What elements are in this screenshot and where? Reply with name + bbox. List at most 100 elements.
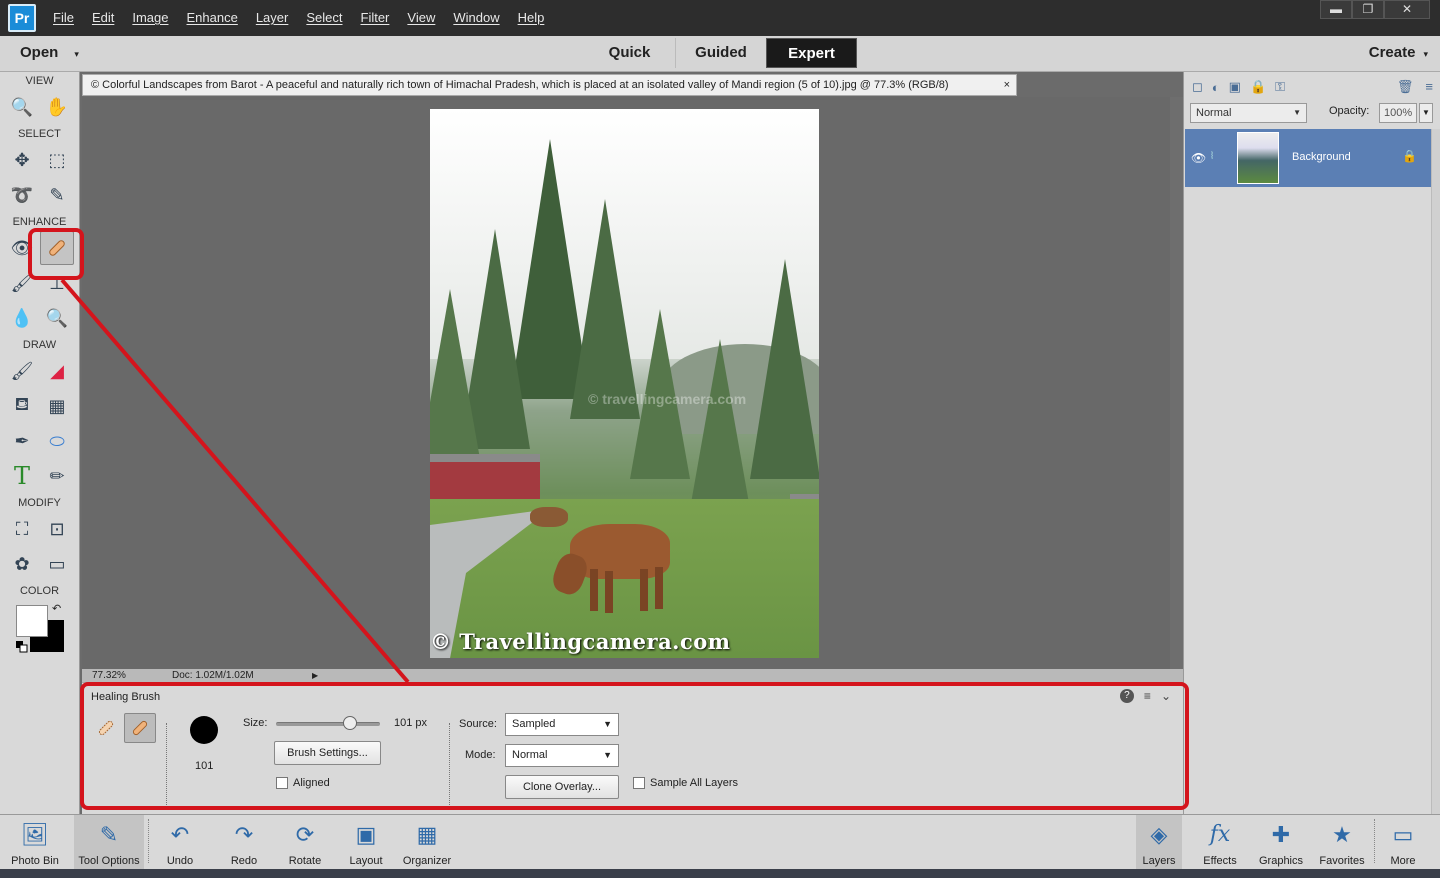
adjustment-layer-icon[interactable]: ◐ (1212, 80, 1220, 95)
menu-file[interactable]: File (44, 0, 83, 36)
zoom-tool-icon[interactable]: 🔍 (5, 90, 39, 124)
layers-button[interactable]: ◈ Layers (1136, 815, 1182, 871)
layer-mask-icon[interactable]: ▣ (1229, 79, 1241, 95)
document-photo[interactable]: © travellingcamera.com © Travellingcamer… (430, 109, 819, 658)
content-aware-move-tool-icon[interactable]: ✿ (5, 547, 39, 581)
canvas-area[interactable]: © travellingcamera.com © Travellingcamer… (82, 97, 1170, 669)
tab-guided[interactable]: Guided (675, 38, 766, 68)
graphics-button[interactable]: ✚ Graphics (1254, 815, 1308, 871)
lock-all-icon[interactable]: 🔒 (1250, 79, 1266, 95)
mode-bar: Open ▾ Quick Guided Expert Create ▾ (0, 36, 1440, 72)
color-swatches: ↶ (0, 600, 79, 670)
menu-edit[interactable]: Edit (83, 0, 123, 36)
photo-bin-button[interactable]: 🖼 Photo Bin (2, 815, 68, 871)
photo-watermark-faint: © travellingcamera.com (588, 391, 747, 407)
menu-select[interactable]: Select (297, 0, 351, 36)
photo-tree (690, 339, 750, 509)
layer-row-background[interactable]: 👁 ⦚ Background 🔒 (1185, 129, 1431, 187)
opacity-dropdown-icon[interactable]: ▼ (1419, 103, 1433, 123)
menu-enhance[interactable]: Enhance (178, 0, 247, 36)
open-label: Open (20, 44, 59, 61)
layer-thumbnail (1237, 132, 1279, 184)
lasso-tool-icon[interactable]: ➰ (5, 178, 39, 212)
marquee-tool-icon[interactable]: ⬚ (40, 143, 74, 177)
create-button[interactable]: Create ▾ (1369, 36, 1428, 71)
pencil-tool-icon[interactable]: ✏ (40, 459, 74, 493)
app-logo-icon[interactable]: Pr (8, 4, 36, 32)
menu-image[interactable]: Image (123, 0, 177, 36)
canvas-vertical-scrollbar[interactable] (1170, 97, 1183, 669)
blur-tool-icon[interactable]: 💧 (5, 301, 39, 335)
type-tool-icon[interactable]: T (5, 459, 39, 493)
menu-layer[interactable]: Layer (247, 0, 298, 36)
organizer-label: Organizer (402, 855, 452, 867)
paint-bucket-tool-icon[interactable]: ⛾ (5, 389, 39, 423)
delete-layer-icon[interactable]: 🗑 (1397, 79, 1414, 95)
organizer-button[interactable]: ▦ Organizer (398, 815, 456, 871)
lock-transparent-icon[interactable]: ⚿ (1275, 79, 1285, 95)
straighten-tool-icon[interactable]: ▭ (40, 547, 74, 581)
eyedropper-tool-icon[interactable]: ✒ (5, 424, 39, 458)
zoom-level[interactable]: 77.32% (92, 669, 126, 682)
crop-tool-icon[interactable]: ⛶ (5, 512, 39, 546)
menu-help[interactable]: Help (509, 0, 554, 36)
photo-cow-leg (640, 569, 648, 611)
layout-button[interactable]: ▣ Layout (342, 815, 390, 871)
shape-tool-icon[interactable]: ⬭ (40, 424, 74, 458)
rotate-icon: ⟳ (295, 822, 315, 847)
photo-cow-leg (590, 569, 598, 611)
brush-tool-icon[interactable]: 🖌 (5, 354, 39, 388)
toolbox: VIEW 🔍 ✋ SELECT ✥ ⬚ ➰ ✎ ENHANCE 👁 🖌 ⊥ 💧 … (0, 72, 80, 814)
rotate-button[interactable]: ⟳ Rotate (282, 815, 328, 871)
move-tool-icon[interactable]: ✥ (5, 143, 39, 177)
layer-link-icon[interactable]: ⦚ (1211, 151, 1213, 162)
menu-window[interactable]: Window (444, 0, 508, 36)
tab-expert[interactable]: Expert (766, 38, 857, 68)
status-menu-arrow-icon[interactable]: ▶ (312, 669, 318, 682)
layers-scrollbar[interactable] (1431, 129, 1440, 814)
close-document-icon[interactable]: × (1004, 75, 1010, 95)
visibility-eye-icon[interactable]: 👁 (1191, 151, 1206, 165)
gradient-tool-icon[interactable]: ▦ (40, 389, 74, 423)
photo-watermark: © Travellingcamera.com (430, 629, 731, 654)
layer-lock-icon: 🔒 (1402, 149, 1417, 163)
panel-menu-icon[interactable]: ≡ (1425, 79, 1433, 95)
redo-button[interactable]: ↷ Redo (222, 815, 266, 871)
tool-options-button[interactable]: ✎ Tool Options (74, 815, 144, 871)
effects-label: Effects (1203, 855, 1237, 867)
opacity-input[interactable]: 100% (1379, 103, 1417, 123)
favorites-button[interactable]: ★ Favorites (1316, 815, 1368, 871)
layout-icon: ▣ (355, 822, 377, 847)
tab-quick[interactable]: Quick (584, 38, 675, 68)
document-title: © Colorful Landscapes from Barot - A pea… (91, 79, 949, 91)
default-colors-glyph (16, 641, 28, 653)
magic-wand-tool-icon[interactable]: ✎ (40, 178, 74, 212)
mode-tabs: Quick Guided Expert (584, 38, 857, 68)
chevron-down-icon: ▾ (74, 49, 79, 59)
default-colors-icon[interactable] (16, 640, 28, 653)
restore-button[interactable]: ❐ (1352, 0, 1384, 19)
undo-button[interactable]: ↶ Undo (158, 815, 202, 871)
hand-tool-icon[interactable]: ✋ (40, 90, 74, 124)
menu-filter[interactable]: Filter (352, 0, 399, 36)
redo-icon: ↷ (234, 822, 254, 847)
menu-view[interactable]: View (398, 0, 444, 36)
layers-icon: ◈ (1150, 822, 1168, 847)
recompose-tool-icon[interactable]: ⊡ (40, 512, 74, 546)
layer-name: Background (1292, 151, 1351, 163)
title-bar: Pr File Edit Image Enhance Layer Select … (0, 0, 1440, 36)
new-layer-icon[interactable]: ◻ (1192, 79, 1203, 95)
open-button[interactable]: Open ▾ (20, 36, 79, 71)
sponge-tool-icon[interactable]: 🔍 (40, 301, 74, 335)
close-button[interactable]: ✕ (1384, 0, 1430, 19)
minimize-button[interactable]: ▬ (1320, 0, 1352, 19)
more-button[interactable]: ▭ More (1382, 815, 1424, 871)
document-tab[interactable]: © Colorful Landscapes from Barot - A pea… (82, 74, 1017, 96)
blend-mode-select[interactable]: Normal ▼ (1190, 103, 1307, 123)
effects-button[interactable]: fx Effects (1196, 815, 1244, 871)
taskbar-divider (148, 819, 149, 863)
swap-colors-icon[interactable]: ↶ (52, 602, 61, 615)
eraser-tool-icon[interactable]: ◢ (40, 354, 74, 388)
annotation-highlight-options (80, 682, 1189, 810)
foreground-color-swatch[interactable] (16, 605, 48, 637)
